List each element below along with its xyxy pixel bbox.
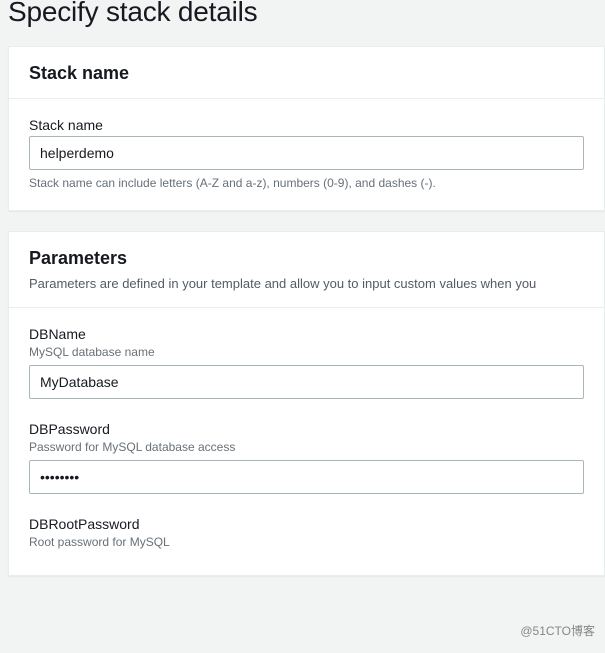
stack-name-heading: Stack name bbox=[29, 63, 584, 84]
dbpassword-desc: Password for MySQL database access bbox=[29, 440, 584, 454]
stack-name-field: Stack name Stack name can include letter… bbox=[29, 117, 584, 190]
dbname-input[interactable] bbox=[29, 365, 584, 399]
parameters-panel: Parameters Parameters are defined in you… bbox=[8, 231, 605, 576]
dbpassword-field: DBPassword Password for MySQL database a… bbox=[29, 421, 584, 494]
dbrootpassword-field: DBRootPassword Root password for MySQL bbox=[29, 516, 584, 549]
dbpassword-input[interactable] bbox=[29, 460, 584, 494]
dbrootpassword-label: DBRootPassword bbox=[29, 516, 584, 532]
parameters-panel-header: Parameters Parameters are defined in you… bbox=[9, 232, 604, 308]
parameters-description: Parameters are defined in your template … bbox=[29, 275, 584, 293]
page-title: Specify stack details bbox=[0, 0, 605, 46]
dbname-field: DBName MySQL database name bbox=[29, 326, 584, 399]
parameters-heading: Parameters bbox=[29, 248, 584, 269]
dbname-label: DBName bbox=[29, 326, 584, 342]
dbpassword-label: DBPassword bbox=[29, 421, 584, 437]
stack-name-panel: Stack name Stack name Stack name can inc… bbox=[8, 46, 605, 211]
stack-name-hint: Stack name can include letters (A-Z and … bbox=[29, 176, 584, 190]
watermark: @51CTO博客 bbox=[520, 622, 595, 639]
stack-name-label: Stack name bbox=[29, 117, 584, 133]
stack-name-input[interactable] bbox=[29, 136, 584, 170]
stack-name-panel-header: Stack name bbox=[9, 47, 604, 99]
dbrootpassword-desc: Root password for MySQL bbox=[29, 535, 584, 549]
dbname-desc: MySQL database name bbox=[29, 345, 584, 359]
